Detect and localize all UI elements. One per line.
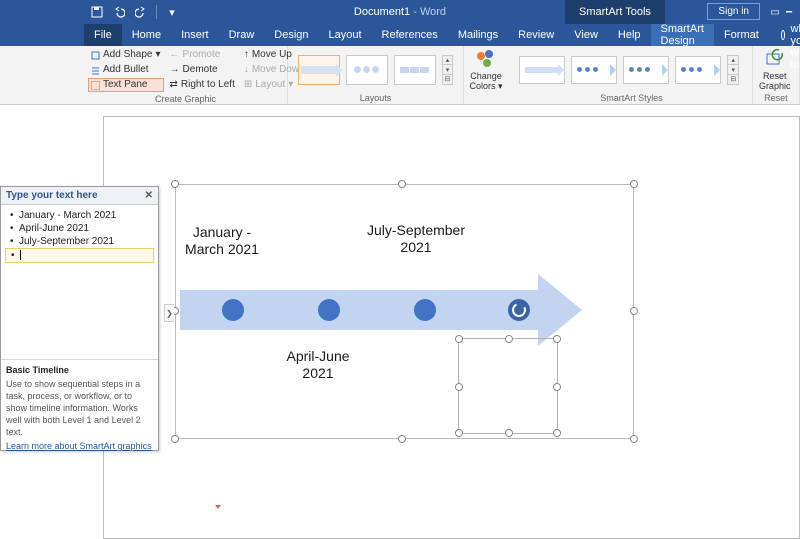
timeline-arrow[interactable] [180,280,588,340]
group-layouts-label: Layouts [288,93,463,104]
save-icon[interactable] [88,3,106,21]
layout-thumb-3[interactable] [394,55,436,85]
text-pane-description: Basic Timeline Use to show sequential st… [1,360,158,456]
resize-handle[interactable] [455,335,463,343]
timeline-label-3[interactable]: July-September 2021 [366,222,466,256]
styles-gallery-more[interactable]: ▴▾⊟ [727,55,739,85]
resize-handle[interactable] [398,180,406,188]
tab-file[interactable]: File [84,24,122,46]
style-thumb-3[interactable] [623,56,669,84]
group-styles-label: SmartArt Styles [511,93,751,104]
timeline-dot-3[interactable] [414,299,436,321]
tab-insert[interactable]: Insert [171,24,219,46]
ribbon: Add Shape ▾ Add Bullet Text Pane ← Promo… [0,46,800,105]
smartart-tools-label: SmartArt Tools [565,0,665,24]
tab-format[interactable]: Format [714,24,769,46]
close-icon[interactable]: ✕ [145,190,153,201]
undo-icon[interactable] [110,3,128,21]
ribbon-tabs: File Home Insert Draw Design Layout Refe… [0,24,800,46]
timeline-dot-4-selected[interactable] [508,299,530,321]
title-bar: ▾ Document1 - Word SmartArt Tools Sign i… [0,0,800,24]
tab-draw[interactable]: Draw [219,24,265,46]
sign-in-button[interactable]: Sign in [707,3,760,20]
resize-handle[interactable] [553,335,561,343]
timeline-dot-1[interactable] [222,299,244,321]
style-thumb-2[interactable] [571,56,617,84]
timeline-dot-2[interactable] [318,299,340,321]
right-to-left-button[interactable]: ⇄ Right to Left [167,78,238,92]
qat-customize-icon[interactable]: ▾ [163,3,181,21]
resize-handle[interactable] [553,429,561,437]
tab-view[interactable]: View [564,24,608,46]
resize-handle[interactable] [553,383,561,391]
tab-smartart-design[interactable]: SmartArt Design [651,24,714,46]
insertion-caret-icon [215,505,221,510]
group-reset-label: Reset [753,93,799,104]
text-pane[interactable]: Type your text here ✕ January - March 20… [0,186,159,451]
resize-handle[interactable] [398,435,406,443]
resize-handle[interactable] [455,383,463,391]
resize-handle[interactable] [505,335,513,343]
tab-home[interactable]: Home [122,24,171,46]
tell-me-search[interactable]: Tell me what you want to do [773,24,800,46]
tab-references[interactable]: References [372,24,448,46]
change-colors-icon [475,48,497,70]
text-pane-item[interactable]: January - March 2021 [5,209,154,222]
timeline-label-1[interactable]: January - March 2021 [180,224,264,258]
resize-handle[interactable] [630,307,638,315]
demote-button[interactable]: → Demote [167,63,238,77]
group-create-graphic-label: Create Graphic [84,94,287,105]
tab-design[interactable]: Design [264,24,318,46]
ribbon-options-icon[interactable]: ▭ [768,0,782,24]
resize-handle[interactable] [171,180,179,188]
resize-handle[interactable] [630,435,638,443]
layout-thumb-2[interactable] [346,55,388,85]
app-name: Word [420,6,446,18]
reset-icon [764,48,786,70]
redo-icon[interactable] [132,3,150,21]
tab-help[interactable]: Help [608,24,651,46]
promote-button[interactable]: ← Promote [167,48,238,62]
minimize-icon[interactable]: 🗕 [782,0,796,24]
learn-more-link[interactable]: Learn more about SmartArt graphics [6,440,153,452]
resize-handle[interactable] [455,429,463,437]
text-pane-title: Type your text here [6,190,98,201]
document-title: Document1 [354,6,410,18]
text-pane-toggle[interactable]: ❯ [164,304,174,322]
resize-handle[interactable] [630,180,638,188]
layouts-gallery-more[interactable]: ▴▾⊟ [442,55,453,85]
text-pane-item-active[interactable] [5,248,154,263]
text-pane-button[interactable]: Text Pane [88,78,164,92]
add-shape-button[interactable]: Add Shape ▾ [88,48,164,62]
style-thumb-1[interactable] [519,56,565,84]
layout-thumb-1[interactable] [298,55,340,85]
text-pane-item[interactable]: July-September 2021 [5,235,154,248]
arrow-head [538,274,582,346]
add-bullet-button[interactable]: Add Bullet [88,63,164,77]
text-pane-item[interactable]: April-June 2021 [5,222,154,235]
timeline-label-2[interactable]: April-June 2021 [278,348,358,382]
resize-handle[interactable] [171,435,179,443]
lightbulb-icon [781,30,785,40]
new-text-placeholder[interactable] [458,338,558,434]
text-pane-list[interactable]: January - March 2021 April-June 2021 Jul… [1,205,158,360]
tab-mailings[interactable]: Mailings [448,24,508,46]
tab-review[interactable]: Review [508,24,564,46]
tab-layout[interactable]: Layout [319,24,372,46]
style-thumb-4[interactable] [675,56,721,84]
change-colors-button[interactable]: ChangeColors ▾ [464,46,508,93]
reset-graphic-button[interactable]: ResetGraphic [753,46,797,93]
resize-handle[interactable] [505,429,513,437]
